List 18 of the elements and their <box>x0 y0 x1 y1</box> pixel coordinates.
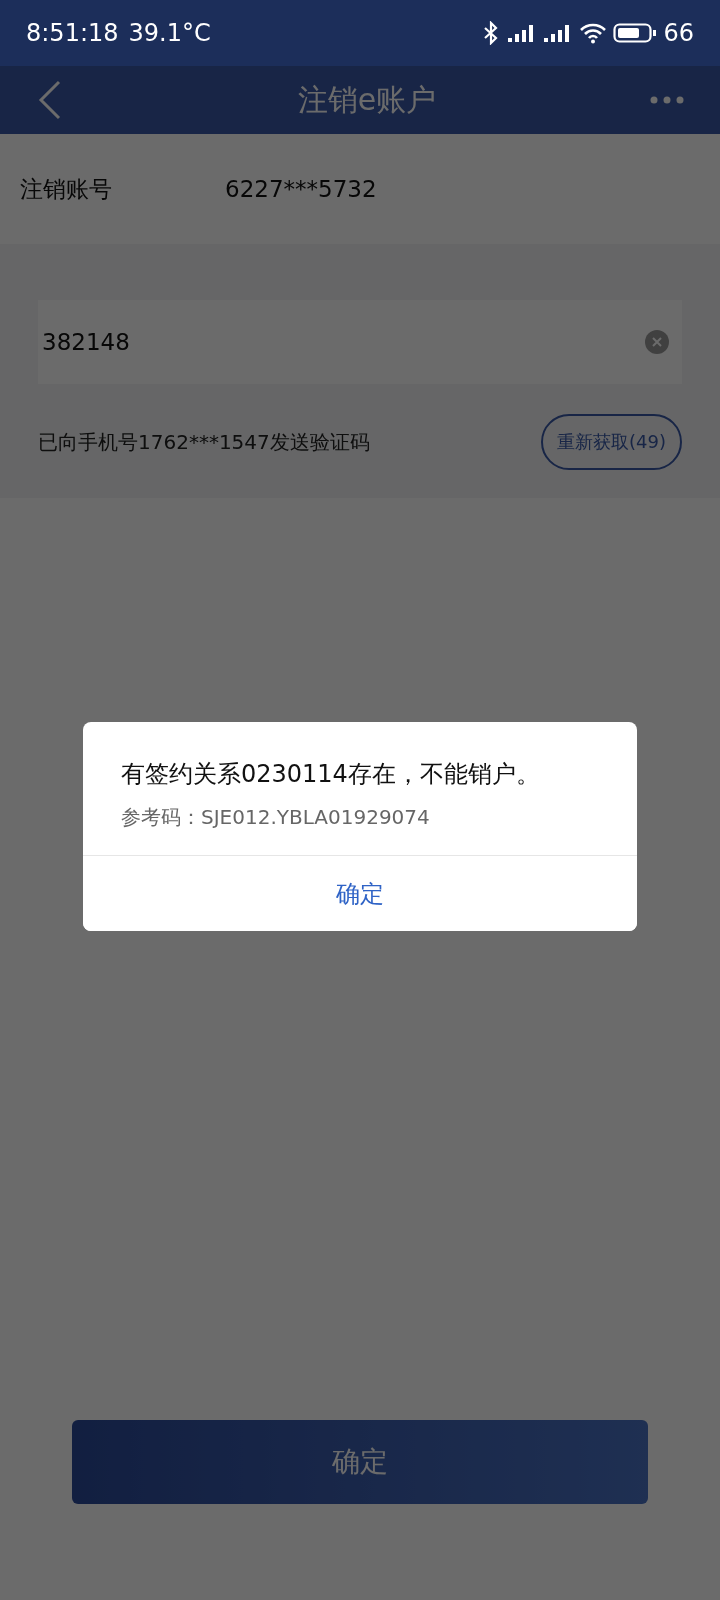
temperature-reading: 39.1°C <box>128 19 211 47</box>
battery-level: 66 <box>663 19 694 47</box>
resend-button[interactable]: 重新获取(49) <box>541 414 682 470</box>
code-input-field[interactable]: 382148 <box>38 300 682 384</box>
sms-notice: 已向手机号1762***1547发送验证码 <box>38 428 370 456</box>
page-title: 注销e账户 <box>297 80 437 119</box>
dialog-message: 有签约关系0230114存在，不能销户。 <box>121 759 541 790</box>
reference-code: 参考码：SJE012.YBLA01929074 <box>121 804 431 831</box>
account-label: 注销账号 <box>20 174 113 204</box>
more-icon[interactable] <box>650 96 684 104</box>
dialog-ok-button[interactable]: 确定 <box>83 855 637 931</box>
wifi-icon <box>579 22 608 44</box>
account-number: 6227***5732 <box>225 176 377 202</box>
back-icon[interactable] <box>38 80 62 120</box>
clock-time: 8:51:18 <box>26 19 119 47</box>
battery-icon <box>613 22 658 44</box>
clear-icon[interactable] <box>644 329 670 355</box>
confirm-button[interactable]: 确定 <box>72 1420 648 1504</box>
